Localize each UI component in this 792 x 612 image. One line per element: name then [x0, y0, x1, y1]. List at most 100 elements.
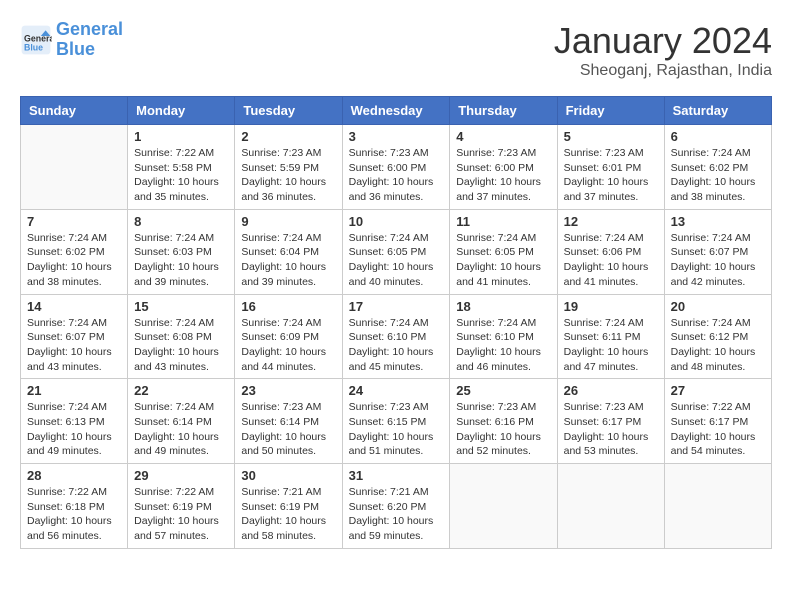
calendar-cell: 6 Sunrise: 7:24 AM Sunset: 6:02 PM Daylig…: [664, 125, 771, 210]
calendar-cell: 1 Sunrise: 7:22 AM Sunset: 5:58 PM Daylig…: [128, 125, 235, 210]
day-number: 2: [241, 129, 335, 144]
day-info: Sunrise: 7:23 AM Sunset: 6:17 PM Dayligh…: [564, 400, 658, 459]
day-info: Sunrise: 7:21 AM Sunset: 6:19 PM Dayligh…: [241, 485, 335, 544]
calendar-cell: 31Sunrise: 7:21 AM Sunset: 6:20 PM Dayli…: [342, 464, 450, 549]
month-title: January 2024: [554, 20, 772, 62]
day-number: 29: [134, 468, 228, 483]
logo-icon: General Blue: [20, 24, 52, 56]
calendar-header-row: SundayMondayTuesdayWednesdayThursdayFrid…: [21, 97, 772, 125]
day-number: 5: [564, 129, 658, 144]
calendar-cell: [664, 464, 771, 549]
day-number: 14: [27, 299, 121, 314]
day-info: Sunrise: 7:22 AM Sunset: 6:19 PM Dayligh…: [134, 485, 228, 544]
calendar-cell: 9 Sunrise: 7:24 AM Sunset: 6:04 PM Daylig…: [235, 209, 342, 294]
day-number: 24: [349, 383, 444, 398]
calendar-week-row: 28 Sunrise: 7:22 AM Sunset: 6:18 PM Dayli…: [21, 464, 772, 549]
calendar-cell: 27Sunrise: 7:22 AM Sunset: 6:17 PM Dayli…: [664, 379, 771, 464]
svg-text:Blue: Blue: [24, 42, 43, 52]
day-number: 22: [134, 383, 228, 398]
calendar-cell: 21 Sunrise: 7:24 AM Sunset: 6:13 PM Dayli…: [21, 379, 128, 464]
day-number: 21: [27, 383, 121, 398]
day-number: 26: [564, 383, 658, 398]
day-number: 9: [241, 214, 335, 229]
calendar-cell: 16Sunrise: 7:24 AM Sunset: 6:09 PM Dayli…: [235, 294, 342, 379]
day-info: Sunrise: 7:24 AM Sunset: 6:07 PM Dayligh…: [671, 231, 765, 290]
calendar-cell: [557, 464, 664, 549]
day-number: 7: [27, 214, 121, 229]
calendar-cell: 30 Sunrise: 7:21 AM Sunset: 6:19 PM Dayli…: [235, 464, 342, 549]
day-info: Sunrise: 7:24 AM Sunset: 6:02 PM Dayligh…: [671, 146, 765, 205]
calendar-cell: 25 Sunrise: 7:23 AM Sunset: 6:16 PM Dayli…: [450, 379, 557, 464]
logo: General Blue GeneralBlue: [20, 20, 123, 60]
day-number: 31: [349, 468, 444, 483]
calendar-cell: 19Sunrise: 7:24 AM Sunset: 6:11 PM Dayli…: [557, 294, 664, 379]
calendar-cell: 10Sunrise: 7:24 AM Sunset: 6:05 PM Dayli…: [342, 209, 450, 294]
day-info: Sunrise: 7:23 AM Sunset: 6:14 PM Dayligh…: [241, 400, 335, 459]
day-number: 15: [134, 299, 228, 314]
day-number: 18: [456, 299, 550, 314]
location: Sheoganj, Rajasthan, India: [554, 62, 772, 80]
calendar-cell: 26 Sunrise: 7:23 AM Sunset: 6:17 PM Dayli…: [557, 379, 664, 464]
day-info: Sunrise: 7:22 AM Sunset: 5:58 PM Dayligh…: [134, 146, 228, 205]
day-info: Sunrise: 7:23 AM Sunset: 6:16 PM Dayligh…: [456, 400, 550, 459]
day-info: Sunrise: 7:23 AM Sunset: 6:01 PM Dayligh…: [564, 146, 658, 205]
day-info: Sunrise: 7:24 AM Sunset: 6:08 PM Dayligh…: [134, 316, 228, 375]
day-info: Sunrise: 7:22 AM Sunset: 6:18 PM Dayligh…: [27, 485, 121, 544]
day-info: Sunrise: 7:24 AM Sunset: 6:04 PM Dayligh…: [241, 231, 335, 290]
calendar-cell: 11Sunrise: 7:24 AM Sunset: 6:05 PM Dayli…: [450, 209, 557, 294]
day-of-week-header: Tuesday: [235, 97, 342, 125]
calendar-cell: 14 Sunrise: 7:24 AM Sunset: 6:07 PM Dayli…: [21, 294, 128, 379]
calendar-cell: 18 Sunrise: 7:24 AM Sunset: 6:10 PM Dayli…: [450, 294, 557, 379]
day-info: Sunrise: 7:24 AM Sunset: 6:14 PM Dayligh…: [134, 400, 228, 459]
day-of-week-header: Friday: [557, 97, 664, 125]
calendar-table: SundayMondayTuesdayWednesdayThursdayFrid…: [20, 96, 772, 549]
day-of-week-header: Sunday: [21, 97, 128, 125]
day-info: Sunrise: 7:24 AM Sunset: 6:10 PM Dayligh…: [456, 316, 550, 375]
calendar-cell: 22 Sunrise: 7:24 AM Sunset: 6:14 PM Dayli…: [128, 379, 235, 464]
day-info: Sunrise: 7:23 AM Sunset: 6:00 PM Dayligh…: [349, 146, 444, 205]
day-info: Sunrise: 7:24 AM Sunset: 6:10 PM Dayligh…: [349, 316, 444, 375]
day-number: 4: [456, 129, 550, 144]
day-of-week-header: Saturday: [664, 97, 771, 125]
day-info: Sunrise: 7:24 AM Sunset: 6:07 PM Dayligh…: [27, 316, 121, 375]
calendar-cell: 28 Sunrise: 7:22 AM Sunset: 6:18 PM Dayli…: [21, 464, 128, 549]
calendar-week-row: 21 Sunrise: 7:24 AM Sunset: 6:13 PM Dayli…: [21, 379, 772, 464]
day-number: 28: [27, 468, 121, 483]
day-number: 6: [671, 129, 765, 144]
day-of-week-header: Monday: [128, 97, 235, 125]
day-info: Sunrise: 7:24 AM Sunset: 6:03 PM Dayligh…: [134, 231, 228, 290]
title-block: January 2024 Sheoganj, Rajasthan, India: [554, 20, 772, 80]
calendar-cell: 13 Sunrise: 7:24 AM Sunset: 6:07 PM Dayli…: [664, 209, 771, 294]
calendar-cell: 17 Sunrise: 7:24 AM Sunset: 6:10 PM Dayli…: [342, 294, 450, 379]
day-number: 13: [671, 214, 765, 229]
logo-text: GeneralBlue: [56, 20, 123, 60]
page-header: General Blue GeneralBlue January 2024 Sh…: [20, 20, 772, 80]
day-number: 20: [671, 299, 765, 314]
day-number: 17: [349, 299, 444, 314]
calendar-cell: 5 Sunrise: 7:23 AM Sunset: 6:01 PM Daylig…: [557, 125, 664, 210]
calendar-cell: 23 Sunrise: 7:23 AM Sunset: 6:14 PM Dayli…: [235, 379, 342, 464]
calendar-cell: [450, 464, 557, 549]
day-number: 25: [456, 383, 550, 398]
day-info: Sunrise: 7:24 AM Sunset: 6:09 PM Dayligh…: [241, 316, 335, 375]
day-info: Sunrise: 7:24 AM Sunset: 6:13 PM Dayligh…: [27, 400, 121, 459]
day-info: Sunrise: 7:23 AM Sunset: 6:00 PM Dayligh…: [456, 146, 550, 205]
day-number: 3: [349, 129, 444, 144]
day-number: 27: [671, 383, 765, 398]
day-info: Sunrise: 7:24 AM Sunset: 6:05 PM Dayligh…: [456, 231, 550, 290]
day-info: Sunrise: 7:24 AM Sunset: 6:11 PM Dayligh…: [564, 316, 658, 375]
calendar-cell: 24Sunrise: 7:23 AM Sunset: 6:15 PM Dayli…: [342, 379, 450, 464]
calendar-cell: 8 Sunrise: 7:24 AM Sunset: 6:03 PM Daylig…: [128, 209, 235, 294]
calendar-week-row: 14 Sunrise: 7:24 AM Sunset: 6:07 PM Dayli…: [21, 294, 772, 379]
day-number: 1: [134, 129, 228, 144]
calendar-week-row: 1 Sunrise: 7:22 AM Sunset: 5:58 PM Daylig…: [21, 125, 772, 210]
calendar-cell: 3 Sunrise: 7:23 AM Sunset: 6:00 PM Daylig…: [342, 125, 450, 210]
day-info: Sunrise: 7:23 AM Sunset: 5:59 PM Dayligh…: [241, 146, 335, 205]
calendar-cell: 4 Sunrise: 7:23 AM Sunset: 6:00 PM Daylig…: [450, 125, 557, 210]
day-info: Sunrise: 7:24 AM Sunset: 6:12 PM Dayligh…: [671, 316, 765, 375]
calendar-week-row: 7Sunrise: 7:24 AM Sunset: 6:02 PM Daylig…: [21, 209, 772, 294]
calendar-cell: [21, 125, 128, 210]
day-number: 30: [241, 468, 335, 483]
day-number: 23: [241, 383, 335, 398]
day-number: 8: [134, 214, 228, 229]
